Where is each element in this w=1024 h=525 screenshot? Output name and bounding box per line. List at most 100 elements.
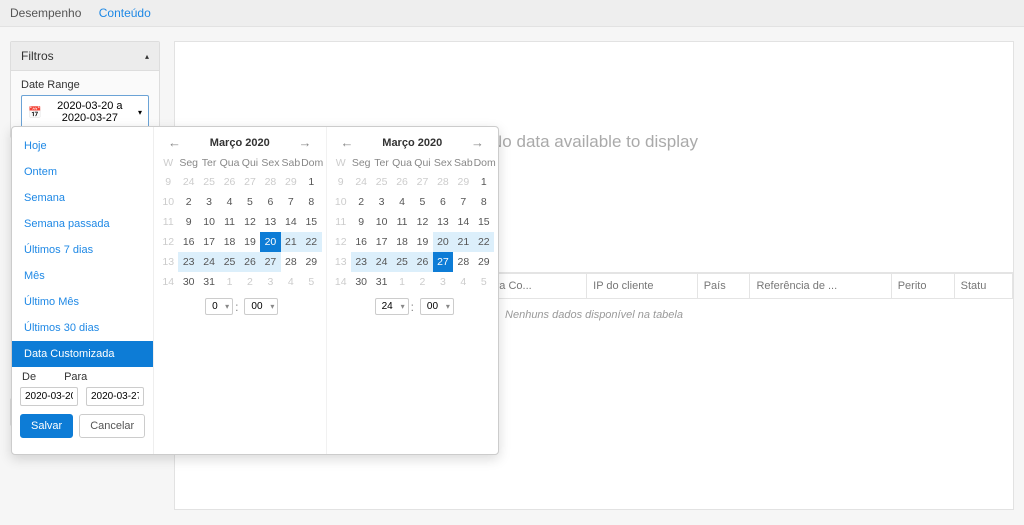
preset-item[interactable]: Semana passada [12, 211, 153, 237]
calendar-day[interactable]: 8 [474, 192, 494, 212]
calendar-day[interactable]: 6 [260, 192, 280, 212]
calendar-day[interactable]: 6 [433, 192, 453, 212]
to-input[interactable] [86, 387, 144, 406]
calendar-day[interactable]: 11 [219, 212, 239, 232]
calendar-day[interactable]: 27 [412, 172, 432, 192]
calendar-day[interactable]: 14 [453, 212, 473, 232]
calendar-day[interactable]: 29 [281, 172, 301, 192]
preset-item[interactable]: Hoje [12, 133, 153, 159]
calendar-day[interactable]: 7 [281, 192, 301, 212]
calendar-day[interactable]: 9 [178, 212, 198, 232]
prev-month-icon[interactable]: ← [337, 135, 358, 150]
calendar-day[interactable]: 15 [301, 212, 321, 232]
from-input[interactable] [20, 387, 78, 406]
calendar-day[interactable]: 3 [371, 192, 391, 212]
calendar-day[interactable]: 4 [453, 272, 473, 292]
calendar-day[interactable]: 4 [392, 192, 412, 212]
minute-select[interactable]: 00 [244, 298, 278, 315]
calendar-day[interactable]: 16 [351, 232, 371, 252]
calendar-day[interactable]: 17 [371, 232, 391, 252]
preset-item[interactable]: Mês [12, 263, 153, 289]
table-header[interactable]: Perito [891, 274, 954, 299]
calendar-day[interactable]: 27 [260, 252, 280, 272]
calendar-day[interactable]: 30 [351, 272, 371, 292]
calendar-day[interactable]: 25 [392, 252, 412, 272]
calendar-day[interactable]: 3 [199, 192, 219, 212]
date-range-button[interactable]: 📅 2020-03-20 a 2020-03-27 ▾ [21, 95, 149, 129]
calendar-day[interactable]: 2 [240, 272, 260, 292]
calendar-day[interactable]: 10 [371, 212, 391, 232]
calendar-day[interactable]: 21 [453, 232, 473, 252]
table-header[interactable]: Statu [954, 274, 1012, 299]
calendar-day[interactable]: 18 [219, 232, 239, 252]
calendar-day[interactable]: 24 [178, 172, 198, 192]
calendar-day[interactable]: 21 [281, 232, 301, 252]
calendar-day[interactable]: 1 [392, 272, 412, 292]
calendar-day[interactable]: 10 [199, 212, 219, 232]
table-header[interactable]: País [697, 274, 750, 299]
calendar-day[interactable]: 22 [301, 232, 321, 252]
tab-performance[interactable]: Desempenho [10, 6, 81, 20]
calendar-day[interactable]: 28 [281, 252, 301, 272]
calendar-day[interactable]: 31 [199, 272, 219, 292]
calendar-day[interactable]: 5 [412, 192, 432, 212]
preset-item[interactable]: Último Mês [12, 289, 153, 315]
calendar-day[interactable]: 31 [371, 272, 391, 292]
calendar-day[interactable]: 24 [371, 252, 391, 272]
calendar-day[interactable]: 19 [412, 232, 432, 252]
calendar-day[interactable]: 2 [412, 272, 432, 292]
tab-content[interactable]: Conteúdo [99, 6, 151, 20]
preset-item[interactable]: Semana [12, 185, 153, 211]
next-month-icon[interactable]: → [467, 135, 488, 150]
calendar-day[interactable]: 26 [240, 252, 260, 272]
calendar-day[interactable]: 23 [351, 252, 371, 272]
minute-select[interactable]: 00 [420, 298, 454, 315]
calendar-day[interactable]: 1 [474, 172, 494, 192]
calendar-day[interactable]: 8 [301, 192, 321, 212]
save-button[interactable]: Salvar [20, 414, 73, 438]
calendar-day[interactable]: 29 [453, 172, 473, 192]
calendar-day[interactable]: 11 [392, 212, 412, 232]
calendar-day[interactable]: 7 [453, 192, 473, 212]
calendar-day[interactable]: 9 [351, 212, 371, 232]
calendar-day[interactable]: 4 [281, 272, 301, 292]
calendar-day[interactable]: 20 [260, 232, 280, 252]
preset-item[interactable]: Ontem [12, 159, 153, 185]
calendar-day[interactable]: 13 [433, 212, 453, 232]
calendar-day[interactable]: 16 [178, 232, 198, 252]
calendar-day[interactable]: 5 [240, 192, 260, 212]
calendar-day[interactable]: 5 [301, 272, 321, 292]
calendar-day[interactable]: 19 [240, 232, 260, 252]
calendar-day[interactable]: 2 [178, 192, 198, 212]
calendar-day[interactable]: 14 [281, 212, 301, 232]
calendar-day[interactable]: 15 [474, 212, 494, 232]
preset-item[interactable]: Últimos 7 dias [12, 237, 153, 263]
calendar-day[interactable]: 30 [178, 272, 198, 292]
calendar-day[interactable]: 25 [219, 252, 239, 272]
calendar-day[interactable]: 27 [240, 172, 260, 192]
calendar-day[interactable]: 1 [301, 172, 321, 192]
filters-header[interactable]: Filtros ▴ [11, 42, 159, 71]
calendar-day[interactable]: 13 [260, 212, 280, 232]
calendar-day[interactable]: 26 [392, 172, 412, 192]
calendar-day[interactable]: 28 [433, 172, 453, 192]
calendar-day[interactable]: 4 [219, 192, 239, 212]
preset-item[interactable]: Últimos 30 dias [12, 315, 153, 341]
table-header[interactable]: IP do cliente [587, 274, 698, 299]
calendar-day[interactable]: 22 [474, 232, 494, 252]
calendar-day[interactable]: 3 [260, 272, 280, 292]
calendar-day[interactable]: 24 [351, 172, 371, 192]
calendar-day[interactable]: 28 [260, 172, 280, 192]
calendar-day[interactable]: 29 [474, 252, 494, 272]
preset-item[interactable]: Data Customizada [12, 341, 153, 367]
calendar-day[interactable]: 5 [474, 272, 494, 292]
cancel-button[interactable]: Cancelar [79, 414, 145, 438]
calendar-day[interactable]: 17 [199, 232, 219, 252]
calendar-day[interactable]: 24 [199, 252, 219, 272]
calendar-day[interactable]: 28 [453, 252, 473, 272]
calendar-day[interactable]: 20 [433, 232, 453, 252]
calendar-day[interactable]: 25 [199, 172, 219, 192]
prev-month-icon[interactable]: ← [164, 135, 185, 150]
hour-select[interactable]: 24 [375, 298, 409, 315]
table-header[interactable]: Referência de ... [750, 274, 891, 299]
